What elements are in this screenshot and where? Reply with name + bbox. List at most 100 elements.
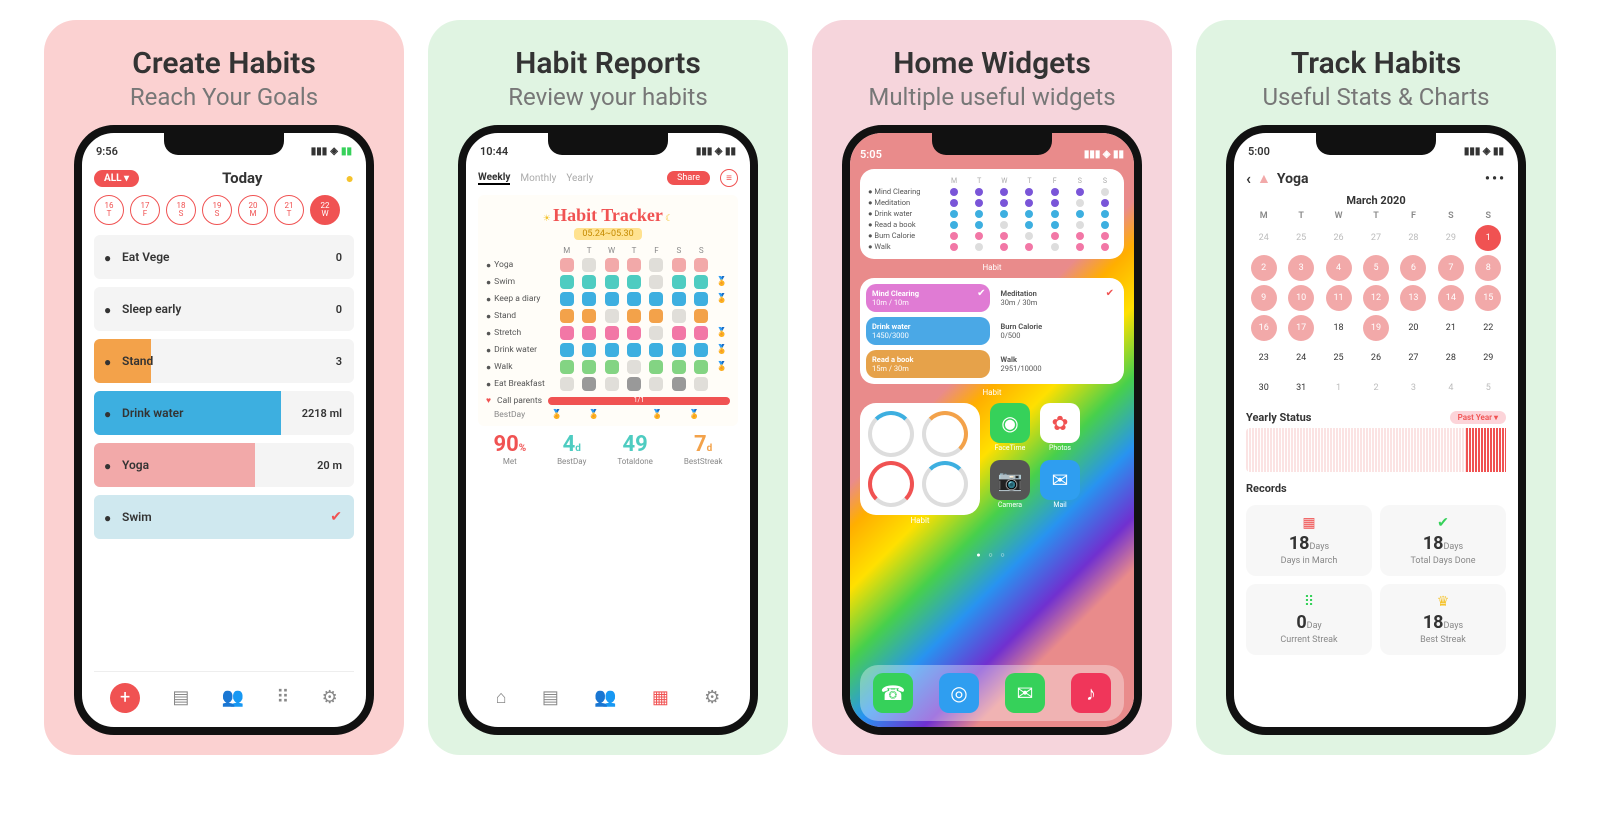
habit-row[interactable]: ●Swim✔ — [94, 495, 354, 539]
calendar-day[interactable]: 6 — [1400, 255, 1426, 281]
calendar-day[interactable]: 29 — [1438, 225, 1464, 251]
day-circle[interactable]: 17F — [130, 195, 160, 225]
calendar-day[interactable]: 23 — [1251, 345, 1277, 371]
filter-pill[interactable]: ALL ▾ — [94, 170, 139, 187]
bulb-icon[interactable]: ● — [346, 170, 354, 187]
tracker-dot[interactable] — [694, 377, 708, 391]
calendar-day[interactable]: 30 — [1251, 375, 1277, 401]
calendar-day[interactable]: 27 — [1363, 225, 1389, 251]
tracker-dot[interactable] — [560, 309, 574, 323]
app-photos[interactable]: ✿Photos — [1040, 403, 1080, 452]
tracker-dot[interactable] — [672, 309, 686, 323]
tracker-dot[interactable] — [672, 258, 686, 272]
tracker-dot[interactable] — [694, 343, 708, 357]
tracker-dot[interactable] — [627, 377, 641, 391]
calendar-day[interactable]: 2 — [1251, 255, 1277, 281]
tracker-dot[interactable] — [694, 275, 708, 289]
tab-social-icon[interactable]: 👥 — [222, 687, 244, 708]
tracker-dot[interactable] — [560, 377, 574, 391]
tab-social-icon[interactable]: 👥 — [594, 687, 616, 708]
tab-weekly[interactable]: Weekly — [478, 172, 510, 185]
calendar-day[interactable]: 8 — [1475, 255, 1501, 281]
calendar-day[interactable]: 4 — [1326, 255, 1352, 281]
calendar-day[interactable]: 16 — [1251, 315, 1277, 341]
tracker-dot[interactable] — [560, 326, 574, 340]
habit-row[interactable]: ●Stand3 — [94, 339, 354, 383]
calendar-day[interactable]: 11 — [1326, 285, 1352, 311]
tracker-dot[interactable] — [672, 360, 686, 374]
habit-row[interactable]: ●Eat Vege0 — [94, 235, 354, 279]
day-circle[interactable]: 16T — [94, 195, 124, 225]
tracker-dot[interactable] — [649, 360, 663, 374]
calendar-day[interactable]: 28 — [1400, 225, 1426, 251]
tab-monthly[interactable]: Monthly — [520, 173, 556, 184]
calendar-day[interactable]: 24 — [1288, 345, 1314, 371]
day-circle[interactable]: 21T — [274, 195, 304, 225]
widget-mini-card[interactable]: ✔Meditation30m / 30m — [995, 284, 1119, 312]
day-circle[interactable]: 20M — [238, 195, 268, 225]
tab-dashboard-icon[interactable]: ⠿ — [276, 687, 289, 708]
dock-app[interactable]: ♪ — [1071, 673, 1111, 713]
tracker-dot[interactable] — [582, 275, 596, 289]
tracker-dot[interactable] — [694, 292, 708, 306]
tracker-dot[interactable] — [582, 360, 596, 374]
calendar-day[interactable]: 20 — [1400, 315, 1426, 341]
dock-app[interactable]: ☎ — [873, 673, 913, 713]
calendar-day[interactable]: 1 — [1475, 225, 1501, 251]
tracker-dot[interactable] — [582, 258, 596, 272]
app-camera[interactable]: 📷Camera — [990, 460, 1030, 509]
calendar-day[interactable]: 15 — [1475, 285, 1501, 311]
widget-mini-card[interactable]: Drink water1450/3000 — [866, 317, 990, 345]
tracker-dot[interactable] — [649, 258, 663, 272]
yearly-filter[interactable]: Past Year ▾ — [1450, 411, 1506, 424]
widget-mini-card[interactable]: Walk2951/10000 — [995, 350, 1119, 378]
tab-reports-icon[interactable]: ▦ — [652, 687, 669, 708]
tracker-dot[interactable] — [649, 343, 663, 357]
habit-row[interactable]: ●Sleep early0 — [94, 287, 354, 331]
tracker-dot[interactable] — [582, 309, 596, 323]
tracker-dot[interactable] — [672, 377, 686, 391]
widget-habit-cards[interactable]: ✔Mind Clearing10m / 10m✔Meditation30m / … — [860, 278, 1124, 384]
app-facetime[interactable]: ◉FaceTime — [990, 403, 1030, 452]
tracker-dot[interactable] — [560, 292, 574, 306]
calendar-day[interactable]: 3 — [1400, 375, 1426, 401]
tracker-dot[interactable] — [627, 275, 641, 289]
calendar-day[interactable]: 9 — [1251, 285, 1277, 311]
tracker-dot[interactable] — [560, 275, 574, 289]
tab-notes-icon[interactable]: ▤ — [172, 687, 189, 708]
dock-app[interactable]: ✉ — [1005, 673, 1045, 713]
tracker-dot[interactable] — [627, 360, 641, 374]
calendar-day[interactable]: 5 — [1363, 255, 1389, 281]
tracker-dot[interactable] — [672, 292, 686, 306]
calendar-day[interactable]: 18 — [1326, 315, 1352, 341]
tracker-dot[interactable] — [582, 343, 596, 357]
calendar-day[interactable]: 5 — [1475, 375, 1501, 401]
widget-mini-card[interactable]: Read a book15m / 30m — [866, 350, 990, 378]
tracker-dot[interactable] — [649, 292, 663, 306]
tracker-dot[interactable] — [672, 275, 686, 289]
day-circle[interactable]: 18S — [166, 195, 196, 225]
day-circle[interactable]: 22W — [310, 195, 340, 225]
tracker-dot[interactable] — [649, 326, 663, 340]
calendar-day[interactable]: 28 — [1438, 345, 1464, 371]
widget-habit-grid[interactable]: MTWTFSS● Mind Clearing● Meditation● Drin… — [860, 169, 1124, 259]
more-icon[interactable]: ••• — [1485, 171, 1506, 187]
back-icon[interactable]: ‹ — [1246, 169, 1251, 188]
calendar-day[interactable]: 1 — [1326, 375, 1352, 401]
calendar-day[interactable]: 31 — [1288, 375, 1314, 401]
calendar-day[interactable]: 26 — [1363, 345, 1389, 371]
tracker-dot[interactable] — [694, 309, 708, 323]
calendar-day[interactable]: 21 — [1438, 315, 1464, 341]
tracker-dot[interactable] — [605, 309, 619, 323]
tracker-dot[interactable] — [582, 377, 596, 391]
widget-mini-card[interactable]: Burn Calorie0/500 — [995, 317, 1119, 345]
calendar-day[interactable]: 19 — [1363, 315, 1389, 341]
tracker-dot[interactable] — [560, 258, 574, 272]
tracker-dot[interactable] — [694, 258, 708, 272]
app-mail[interactable]: ✉Mail — [1040, 460, 1080, 509]
habit-row[interactable]: ●Drink water2218 ml — [94, 391, 354, 435]
tracker-dot[interactable] — [627, 258, 641, 272]
tab-settings-icon[interactable]: ⚙ — [322, 687, 338, 708]
calendar-day[interactable]: 7 — [1438, 255, 1464, 281]
calendar-day[interactable]: 26 — [1326, 225, 1352, 251]
